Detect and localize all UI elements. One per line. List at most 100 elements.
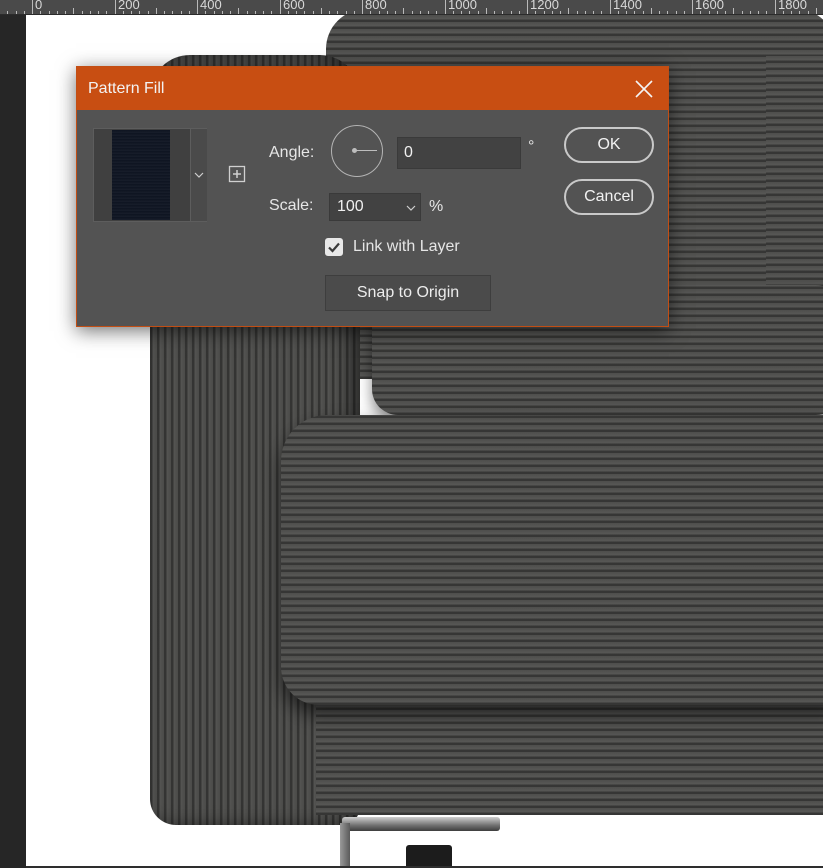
scale-input[interactable]: 100 (329, 193, 421, 221)
ruler-tick (181, 11, 182, 14)
ruler-tick (271, 11, 272, 14)
ruler-tick (692, 0, 693, 14)
ruler-tick (651, 8, 652, 14)
ruler-tick (494, 11, 495, 14)
ruler-label: 1200 (530, 0, 559, 12)
pattern-fill-dialog: Pattern Fill Angle: 0 ° Scale: 100 % Lin… (76, 66, 669, 327)
chevron-down-icon (406, 205, 416, 211)
ruler-tick (808, 11, 809, 14)
ruler-tick (585, 11, 586, 14)
ruler-tick (106, 11, 107, 14)
sofa-metal-leg-bar (342, 817, 500, 831)
ruler-tick (90, 11, 91, 14)
ruler-tick (667, 11, 668, 14)
ruler-tick (478, 11, 479, 14)
ruler-label: 0 (35, 0, 43, 12)
ruler-tick (98, 11, 99, 14)
horizontal-ruler[interactable]: 0 200 400 600 800 1000 1200 1400 1600 1800 (0, 0, 823, 15)
ruler-tick (758, 11, 759, 14)
ruler-tick (403, 8, 404, 14)
ruler-tick (7, 11, 8, 14)
ruler-tick (511, 11, 512, 14)
ruler-tick (420, 11, 421, 14)
ruler-label: 600 (283, 0, 305, 12)
ruler-tick (742, 11, 743, 14)
ruler-tick (412, 11, 413, 14)
link-with-layer-label[interactable]: Link with Layer (353, 237, 460, 257)
ruler-tick (222, 11, 223, 14)
ruler-tick (816, 8, 817, 14)
ruler-tick (560, 11, 561, 14)
create-preset-button[interactable] (228, 165, 246, 183)
scale-label: Scale: (269, 197, 314, 214)
ruler-tick (148, 11, 149, 14)
scale-dropdown-button[interactable] (403, 196, 419, 218)
ruler-tick (676, 11, 677, 14)
ok-button[interactable]: OK (564, 127, 654, 163)
ruler-tick (684, 11, 685, 14)
ruler-tick (519, 11, 520, 14)
ruler-tick (610, 0, 611, 14)
chevron-down-icon (194, 172, 204, 178)
dialog-title: Pattern Fill (88, 80, 165, 97)
sofa-seat-cushion (281, 415, 823, 705)
ruler-tick (57, 11, 58, 14)
ruler-tick (280, 0, 281, 14)
ruler-tick (32, 0, 33, 14)
ruler-label: 200 (118, 0, 140, 12)
ruler-label: 1400 (613, 0, 642, 12)
ruler-tick (428, 11, 429, 14)
ruler-tick (255, 11, 256, 14)
ruler-tick (486, 8, 487, 14)
ruler-tick (82, 11, 83, 14)
ruler-tick (172, 11, 173, 14)
angle-label: Angle: (269, 144, 315, 161)
ruler-tick (643, 11, 644, 14)
ruler-tick (750, 11, 751, 14)
ruler-tick (65, 11, 66, 14)
pattern-dropdown-button[interactable] (190, 129, 207, 221)
ruler-tick (436, 11, 437, 14)
pattern-picker[interactable] (93, 128, 207, 222)
sofa-metal-leg (340, 823, 350, 866)
snap-to-origin-button[interactable]: Snap to Origin (325, 275, 491, 311)
ruler-tick (156, 8, 157, 14)
dialog-titlebar[interactable]: Pattern Fill (77, 67, 668, 110)
angle-unit: ° (528, 138, 535, 155)
scale-value[interactable]: 100 (337, 198, 364, 215)
ruler-tick (49, 11, 50, 14)
checkmark-icon (328, 242, 340, 253)
pattern-preview[interactable] (112, 130, 170, 220)
sofa-base (316, 695, 823, 815)
ruler-tick (337, 11, 338, 14)
add-square-icon (228, 165, 246, 183)
ruler-tick (733, 8, 734, 14)
ruler-tick (387, 11, 388, 14)
ruler-tick (16, 11, 17, 14)
ruler-tick (362, 0, 363, 14)
ruler-label: 1600 (695, 0, 724, 12)
vertical-ruler-area (0, 15, 26, 868)
ruler-tick (238, 8, 239, 14)
ruler-tick (329, 11, 330, 14)
ruler-tick (395, 11, 396, 14)
ruler-tick (445, 0, 446, 14)
close-button[interactable] (632, 77, 656, 101)
ruler-tick (313, 11, 314, 14)
ruler-tick (354, 11, 355, 14)
angle-input[interactable]: 0 (397, 137, 521, 169)
ruler-tick (230, 11, 231, 14)
ruler-tick (568, 8, 569, 14)
ruler-tick (725, 11, 726, 14)
ruler-tick (593, 11, 594, 14)
angle-dial[interactable] (331, 125, 383, 177)
ruler-label: 400 (200, 0, 222, 12)
cancel-button[interactable]: Cancel (564, 179, 654, 215)
ruler-tick (197, 0, 198, 14)
ruler-tick (263, 11, 264, 14)
ruler-label: 1800 (778, 0, 807, 12)
ruler-tick (766, 11, 767, 14)
scale-unit: % (429, 198, 444, 215)
link-with-layer-checkbox[interactable] (325, 238, 343, 256)
ruler-tick (24, 11, 25, 14)
